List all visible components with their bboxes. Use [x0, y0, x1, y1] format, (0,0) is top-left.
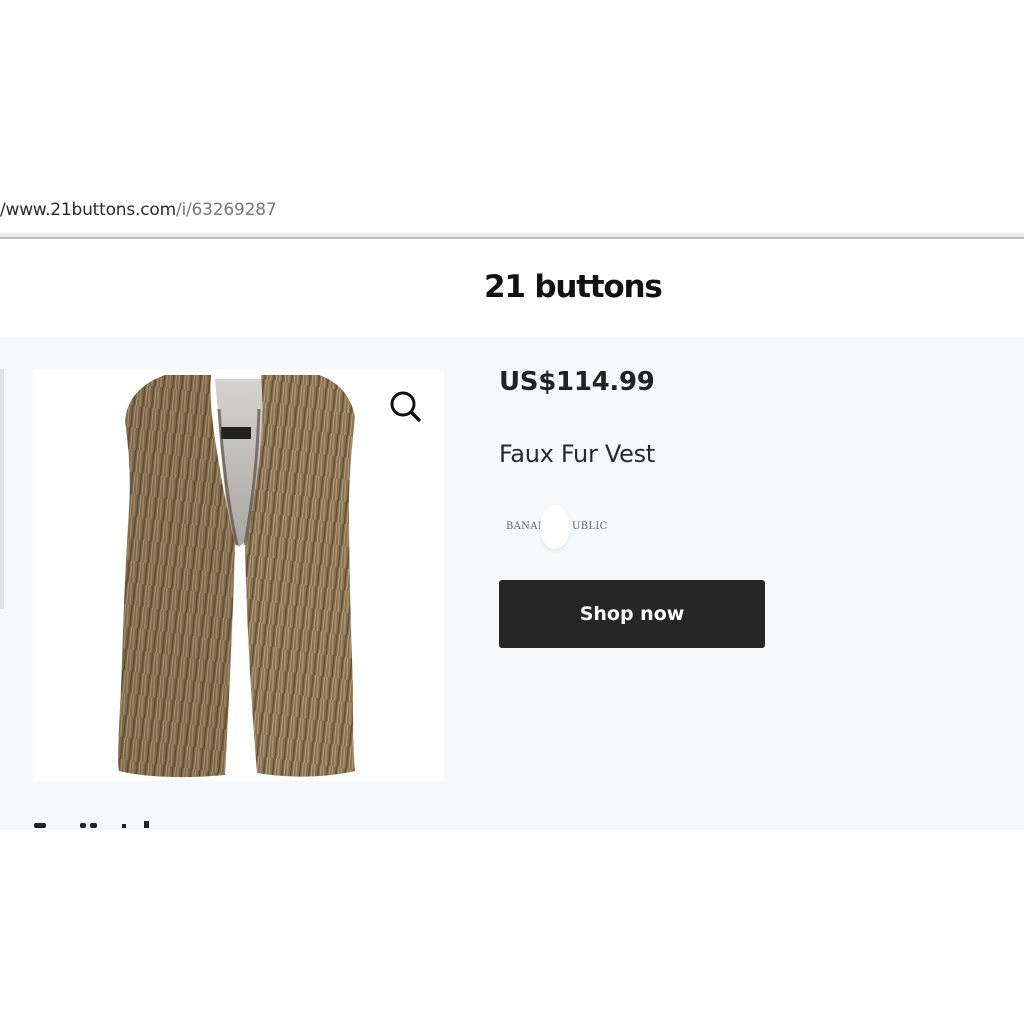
thumbnail-strip[interactable]	[0, 369, 4, 609]
section-heading-peek	[32, 819, 172, 830]
shop-now-button[interactable]: Shop now	[499, 580, 765, 648]
site-header: 21 buttons	[0, 239, 1024, 337]
brand-logo-overlay	[540, 505, 570, 549]
fur-vest-image	[118, 375, 355, 778]
cropped-heading-glyphs	[34, 821, 149, 828]
zoom-icon	[390, 391, 421, 422]
zoom-button[interactable]	[385, 387, 425, 427]
product-image[interactable]	[33, 369, 444, 781]
address-bar[interactable]: /www.21buttons.com/i/63269287	[0, 196, 1024, 232]
product-section: US$114.99 Faux Fur Vest BANAN UBLIC Shop…	[0, 339, 1024, 830]
url-text[interactable]: /www.21buttons.com/i/63269287	[0, 200, 277, 220]
product-price: US$114.99	[499, 367, 655, 397]
site-logo[interactable]: 21 buttons	[484, 269, 663, 305]
url-domain: /www.21buttons.com	[0, 200, 176, 220]
product-name: Faux Fur Vest	[499, 440, 655, 468]
brand-logo[interactable]: BANAN UBLIC	[502, 499, 622, 551]
brand-text-right: UBLIC	[572, 521, 608, 532]
url-path: /i/63269287	[175, 200, 277, 220]
